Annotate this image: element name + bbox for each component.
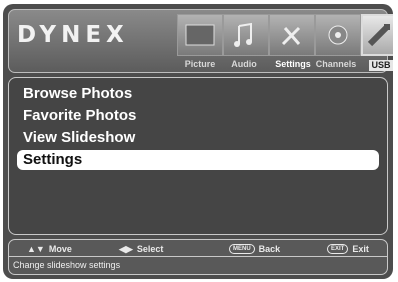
tools-icon [281,26,301,46]
brand-logo: DYNEX [17,22,129,48]
tab-settings[interactable] [269,14,315,56]
hint-back-label: Back [258,244,281,254]
status-message: Change slideshow settings [13,260,121,270]
tv-menu-screen: DYNEX Picture Audio Settings Channels US… [3,4,393,279]
satellite-icon [328,25,348,45]
key-hints: ▲▼ Move ◀▶ Select MENU Back EXIT Exit [9,242,387,257]
menu-item-view-slideshow[interactable]: View Slideshow [17,128,379,148]
left-right-arrows-icon: ◀▶ [119,243,133,254]
hint-exit-label: Exit [352,244,369,254]
menu-key-icon: MENU [229,244,255,254]
tab-label-channels: Channels [315,59,357,69]
up-down-arrows-icon: ▲▼ [27,244,45,254]
tab-label-usb: USB [369,60,393,71]
menu-item-browse-photos[interactable]: Browse Photos [17,84,379,104]
tab-usb[interactable] [361,14,393,56]
menu-item-settings[interactable]: Settings [17,150,379,170]
hint-select-label: Select [136,244,164,254]
hint-exit: EXIT Exit [327,242,369,256]
tab-picture[interactable] [177,14,223,56]
audio-icon [234,22,252,47]
header-bar: DYNEX Picture Audio Settings Channels US… [8,9,393,73]
tab-channels[interactable] [315,14,361,56]
usb-icon [367,24,390,47]
hint-move-label: Move [48,244,72,254]
menu-item-favorite-photos[interactable]: Favorite Photos [17,106,379,126]
hint-move: ▲▼ Move [27,242,72,256]
picture-icon [185,24,215,46]
exit-key-icon: EXIT [327,244,349,254]
hint-select: ◀▶ Select [119,242,163,256]
tab-audio[interactable] [223,14,269,56]
hint-back: MENU Back [229,242,280,256]
footer-bar: ▲▼ Move ◀▶ Select MENU Back EXIT Exit Ch… [8,239,388,275]
usb-menu-list: Browse Photos Favorite Photos View Slide… [8,77,388,235]
